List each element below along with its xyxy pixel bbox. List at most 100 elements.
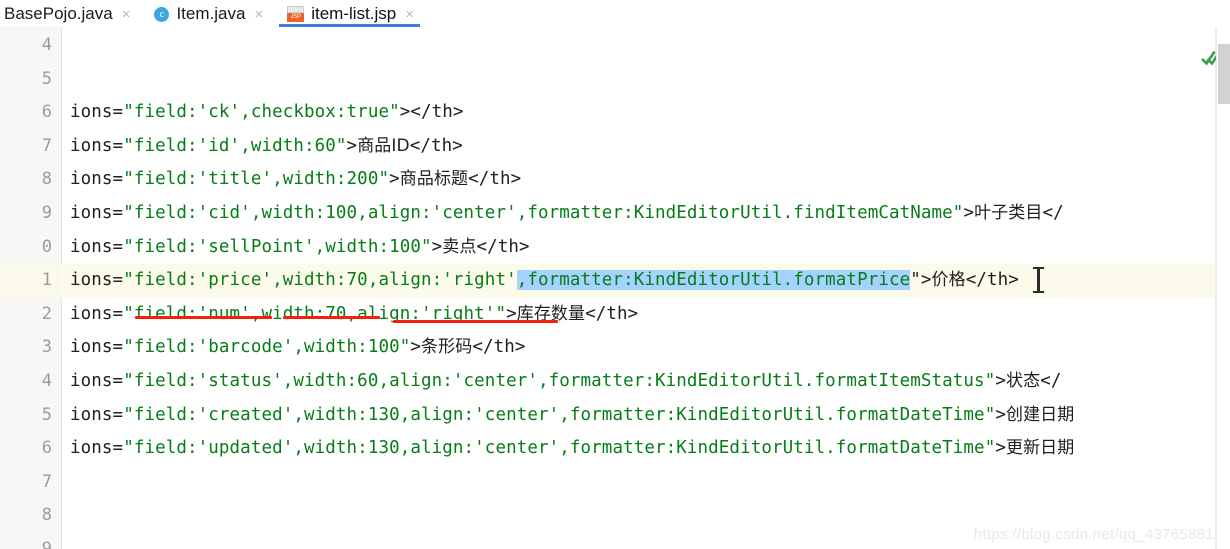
code-token: ions= xyxy=(70,337,124,358)
code-line[interactable]: ions="field:'barcode',width:100">条形码</th… xyxy=(63,331,1230,365)
code-token: ions= xyxy=(70,203,124,223)
code-line[interactable]: ions="field:'ck',checkbox:true"></th> xyxy=(63,96,1230,130)
code-line[interactable]: ions="field:'id',width:60">商品ID</th> xyxy=(63,130,1230,164)
code-token: </ xyxy=(1042,203,1064,223)
line-number-row: 4 xyxy=(0,29,62,63)
code-token: ions= xyxy=(70,135,124,156)
code-token: "field:'title',width:200" xyxy=(123,169,390,190)
code-token: "field:'sellPoint',width:100" xyxy=(123,236,432,257)
code-line[interactable] xyxy=(63,29,1230,63)
code-token: ,formatter:KindEditorUtil.formatPrice xyxy=(516,270,911,291)
code-token: ions= xyxy=(70,371,124,391)
java-class-icon: c xyxy=(154,6,170,22)
tab-label: BasePojo.java xyxy=(4,4,113,23)
scrollbar-thumb[interactable] xyxy=(1218,44,1230,104)
line-number: 2 xyxy=(41,303,52,324)
code-line[interactable]: ions="field:'price',width:70,align:'righ… xyxy=(63,264,1230,298)
line-number-row: 8 xyxy=(0,163,62,197)
tab-label: Item.java xyxy=(176,4,246,23)
line-number-row: 6 xyxy=(0,432,62,466)
line-number-row: 6 xyxy=(0,96,62,130)
code-line[interactable]: ions="field:'title',width:200">商品标题</th> xyxy=(63,163,1230,197)
code-line[interactable]: ions="field:'status',width:60,align:'cen… xyxy=(63,365,1230,399)
code-token: > xyxy=(995,404,1006,425)
code-line-text: ions="field:'ck',checkbox:true"></th> xyxy=(70,96,464,130)
line-number-row: 0 xyxy=(0,231,62,265)
tab-basepojo-java[interactable]: BasePojo.java × xyxy=(0,1,136,27)
code-token: 状态 xyxy=(1005,371,1041,391)
code-token: "field:'cid',width:100,align:'center',fo… xyxy=(123,203,964,223)
code-token: "> xyxy=(910,270,932,291)
code-token: 价格 xyxy=(931,270,966,291)
code-line-text: ions="field:'id',width:60">商品ID</th> xyxy=(70,130,463,164)
code-token: </th> xyxy=(468,169,522,190)
code-content-area[interactable]: ions="field:'ck',checkbox:true"></th> ion… xyxy=(63,27,1230,549)
code-token: </th> xyxy=(585,303,639,324)
line-number-row: 9 xyxy=(0,533,62,549)
code-line[interactable]: ions="field:'created',width:130,align:'c… xyxy=(63,399,1230,433)
line-number: 6 xyxy=(41,438,52,459)
code-token: > xyxy=(995,371,1006,391)
tab-item-list-jsp[interactable]: JSP item-list.jsp × xyxy=(279,1,420,27)
tab-close-icon[interactable]: × xyxy=(252,7,263,22)
code-editor[interactable]: 4567890123456789 ions="field:'ck',checkb… xyxy=(0,27,1230,549)
code-token: "field:'ck',checkbox:true" xyxy=(123,102,400,123)
code-token: ions= xyxy=(70,404,124,425)
code-token: 创建日期 xyxy=(1005,404,1075,425)
code-token: 卖点 xyxy=(442,236,477,257)
code-token: "field:'created',width:130,align:'center… xyxy=(123,404,996,425)
code-token: </th> xyxy=(476,236,530,257)
line-number: 9 xyxy=(41,539,52,549)
jsp-icon-label: JSP xyxy=(287,13,305,22)
code-token: > xyxy=(431,236,443,257)
editor-window: BasePojo.java × c Item.java × JSP item-l… xyxy=(0,0,1230,549)
code-line[interactable]: ions="field:'cid',width:100,align:'cente… xyxy=(63,197,1230,231)
code-token: </th> xyxy=(409,135,463,156)
code-line-text: ions="field:'cid',width:100,align:'cente… xyxy=(70,197,1064,231)
line-number-row: 4 xyxy=(0,365,62,399)
code-token: 更新日期 xyxy=(1005,438,1075,459)
tab-item-java[interactable]: c Item.java × xyxy=(146,1,269,27)
tab-close-icon[interactable]: × xyxy=(120,7,131,22)
code-token: 叶子类目 xyxy=(974,203,1043,223)
tab-label: item-list.jsp xyxy=(311,4,397,23)
code-token: "field:'status',width:60,align:'center',… xyxy=(123,371,996,391)
line-number: 8 xyxy=(41,505,52,526)
line-number: 4 xyxy=(41,371,52,391)
code-token: 商品ID xyxy=(357,135,410,156)
code-line-text: ions="field:'status',width:60,align:'cen… xyxy=(70,365,1061,399)
code-token: 条形码 xyxy=(421,337,473,358)
code-token: </ xyxy=(1040,371,1062,391)
code-line[interactable]: ions="field:'num',width:70,align:'right'… xyxy=(63,298,1230,332)
code-token: > xyxy=(389,169,400,190)
code-token: 商品标题 xyxy=(399,169,469,190)
code-token: ions= xyxy=(70,270,124,291)
code-line[interactable] xyxy=(63,63,1230,97)
line-number-row: 9 xyxy=(0,197,62,231)
code-token: "field:'price',width:70,align:'right' xyxy=(123,270,517,291)
line-number: 8 xyxy=(41,169,52,190)
line-number-gutter[interactable]: 4 5 6 7 8 9 0 1 2 3 4 5 6 7 8 9 xyxy=(0,27,62,549)
line-number: 4 xyxy=(41,35,52,55)
line-number: 3 xyxy=(41,337,52,358)
code-token: "field:'barcode',width:100" xyxy=(123,337,411,358)
code-token: ions= xyxy=(70,102,124,123)
code-token: "field:'id',width:60" xyxy=(123,135,347,156)
code-line[interactable] xyxy=(63,466,1230,500)
line-number: 1 xyxy=(41,270,52,291)
code-line[interactable]: ions="field:'updated',width:130,align:'c… xyxy=(63,432,1230,466)
code-token: ions= xyxy=(70,438,124,459)
code-line-text: ions="field:'num',width:70,align:'right'… xyxy=(70,298,638,332)
underline-field-price xyxy=(135,316,272,319)
code-token: ions= xyxy=(70,236,124,257)
code-token: ions= xyxy=(70,303,124,324)
vertical-scrollbar[interactable] xyxy=(1216,27,1230,549)
line-number-row: 7 xyxy=(0,130,62,164)
code-line[interactable]: ions="field:'sellPoint',width:100">卖点</t… xyxy=(63,231,1230,265)
line-number: 5 xyxy=(41,68,52,89)
code-line-text: ions="field:'price',width:70,align:'righ… xyxy=(70,264,1019,298)
line-number-row: 5 xyxy=(0,63,62,97)
tab-close-icon[interactable]: × xyxy=(403,7,414,22)
underline-width-70 xyxy=(283,316,380,319)
line-number: 7 xyxy=(41,135,52,156)
